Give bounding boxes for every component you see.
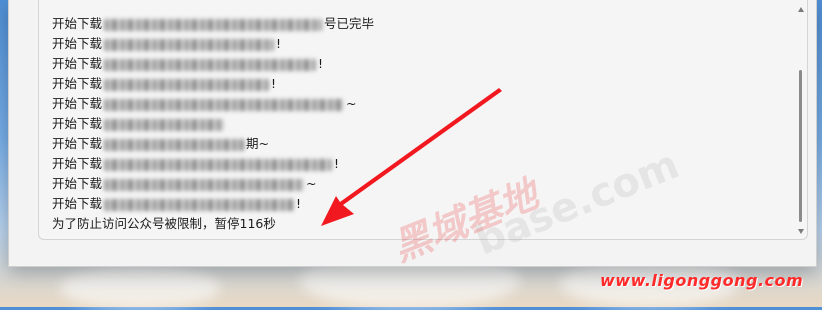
red-arrow-annotation — [321, 88, 502, 226]
arrow-shape — [321, 88, 502, 226]
watermark-url: www.ligonggong.com — [600, 271, 804, 290]
